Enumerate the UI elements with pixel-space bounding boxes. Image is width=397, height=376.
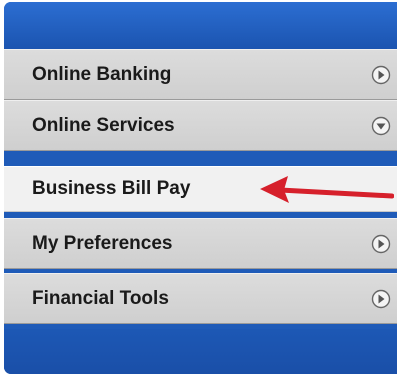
- menu-item-online-services[interactable]: Online Services: [4, 100, 397, 151]
- chevron-down-circle-icon[interactable]: [371, 116, 391, 136]
- menu-item-financial-tools[interactable]: Financial Tools: [4, 273, 397, 324]
- menu-item-label: Online Services: [32, 114, 175, 136]
- submenu-item-label: Business Bill Pay: [32, 178, 191, 199]
- menu-item-my-preferences[interactable]: My Preferences: [4, 218, 397, 269]
- menu-item-online-banking[interactable]: Online Banking: [4, 49, 397, 100]
- panel-header-bar: [4, 2, 397, 49]
- red-arrow-annotation-icon: [260, 176, 394, 203]
- chevron-right-circle-icon[interactable]: [371, 65, 391, 85]
- menu-item-label: Financial Tools: [32, 287, 169, 309]
- chevron-right-circle-icon[interactable]: [371, 234, 391, 254]
- menu-item-label: Online Banking: [32, 63, 172, 85]
- menu-item-label: My Preferences: [32, 232, 173, 254]
- panel-footer-bar: [4, 329, 397, 374]
- chevron-right-circle-icon[interactable]: [371, 289, 391, 309]
